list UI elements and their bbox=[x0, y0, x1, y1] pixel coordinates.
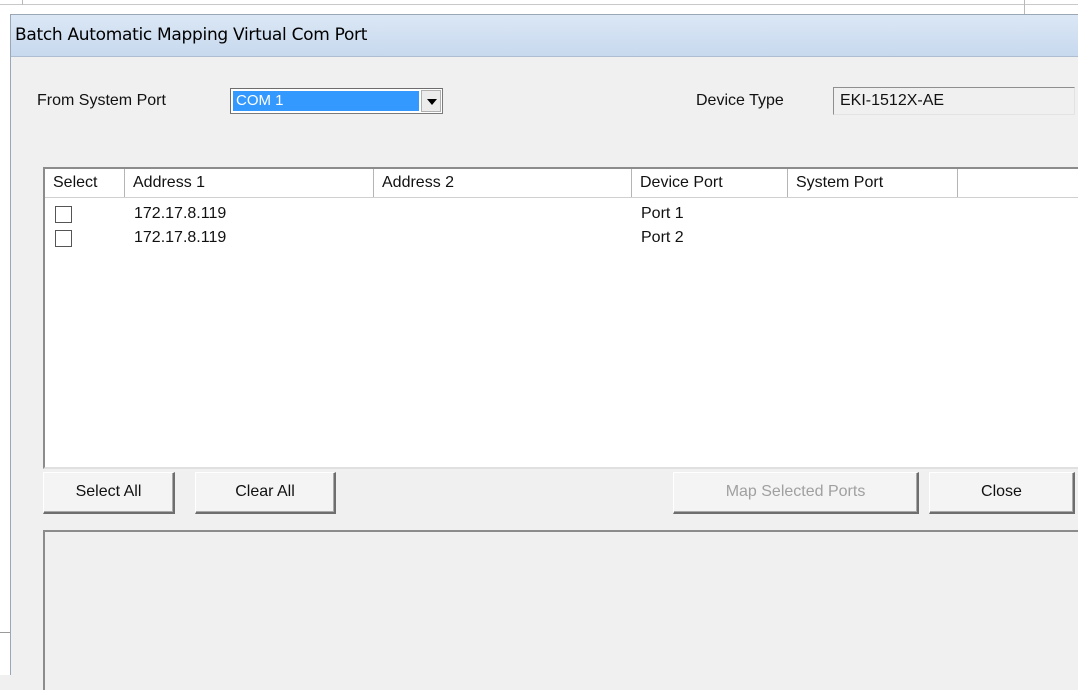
batch-mapping-dialog: Batch Automatic Mapping Virtual Com Port… bbox=[10, 14, 1078, 690]
background-divider bbox=[0, 632, 10, 633]
column-header-select[interactable]: Select bbox=[45, 169, 125, 197]
select-all-button[interactable]: Select All bbox=[43, 472, 175, 514]
column-header-system-port[interactable]: System Port bbox=[788, 169, 958, 197]
from-system-port-dropdown[interactable]: COM 1 bbox=[230, 88, 443, 114]
dialog-titlebar[interactable]: Batch Automatic Mapping Virtual Com Port bbox=[11, 15, 1078, 57]
port-list[interactable]: Select Address 1 Address 2 Device Port S… bbox=[43, 167, 1078, 469]
column-header-address-1[interactable]: Address 1 bbox=[125, 169, 374, 197]
background-divider bbox=[22, 0, 23, 5]
device-port-cell: Port 1 bbox=[641, 205, 684, 222]
map-selected-ports-button[interactable]: Map Selected Ports bbox=[673, 472, 919, 514]
table-row[interactable]: 172.17.8.119 Port 2 bbox=[45, 227, 1078, 251]
close-button[interactable]: Close bbox=[929, 472, 1075, 514]
device-type-field: EKI-1512X-AE bbox=[833, 87, 1075, 115]
background-divider bbox=[1024, 0, 1025, 14]
chevron-down-icon bbox=[427, 99, 437, 105]
from-system-port-label: From System Port bbox=[37, 92, 166, 109]
column-header-device-port[interactable]: Device Port bbox=[632, 169, 788, 197]
status-output-area bbox=[43, 530, 1078, 690]
dialog-title: Batch Automatic Mapping Virtual Com Port bbox=[15, 25, 368, 45]
device-port-cell: Port 2 bbox=[641, 229, 684, 246]
address-1-cell: 172.17.8.119 bbox=[134, 229, 227, 246]
address-1-cell: 172.17.8.119 bbox=[134, 205, 227, 222]
row-select-checkbox[interactable] bbox=[55, 230, 72, 247]
background-divider bbox=[0, 4, 1078, 5]
dropdown-button[interactable] bbox=[421, 90, 441, 112]
row-select-checkbox[interactable] bbox=[55, 206, 72, 223]
clear-all-button[interactable]: Clear All bbox=[195, 472, 336, 514]
column-header-address-2[interactable]: Address 2 bbox=[374, 169, 632, 197]
list-header: Select Address 1 Address 2 Device Port S… bbox=[45, 169, 1078, 198]
from-system-port-value: COM 1 bbox=[233, 91, 419, 111]
table-row[interactable]: 172.17.8.119 Port 1 bbox=[45, 203, 1078, 227]
device-type-label: Device Type bbox=[696, 92, 784, 109]
